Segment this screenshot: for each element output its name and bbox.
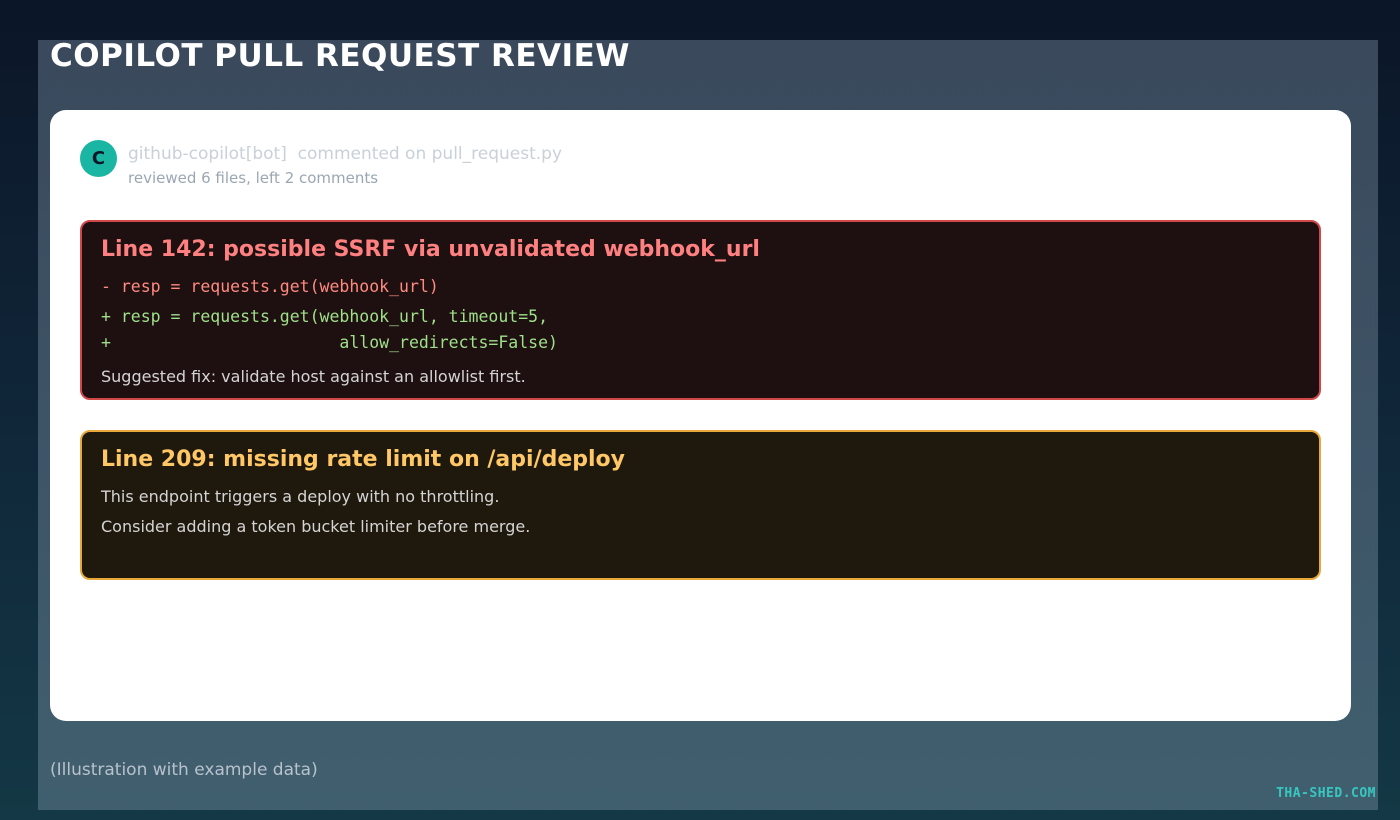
review-comment-rate-limit: Line 209: missing rate limit on /api/dep… <box>80 430 1321 580</box>
review-summary: reviewed 6 files, left 2 comments <box>128 169 379 187</box>
page-title: COPILOT PULL REQUEST REVIEW <box>50 38 630 74</box>
author-name[interactable]: github-copilot[bot] <box>128 144 287 164</box>
review-meta: github-copilot[bot] commented on pull_re… <box>128 140 562 187</box>
comment-note: Consider adding a token bucket limiter b… <box>101 517 531 536</box>
review-comment-ssrf: Line 142: possible SSRF via unvalidated … <box>80 220 1321 400</box>
comment-note: Suggested fix: validate host against an … <box>101 367 526 386</box>
review-action: commented on pull_request.py <box>297 144 563 164</box>
diff-added-line: + resp = requests.get(webhook_url, timeo… <box>101 307 549 326</box>
review-author-line: github-copilot[bot] commented on pull_re… <box>128 143 562 165</box>
review-header: C github-copilot[bot] commented on pull_… <box>80 140 562 187</box>
comment-title: Line 209: missing rate limit on /api/dep… <box>101 447 626 472</box>
comment-title: Line 142: possible SSRF via unvalidated … <box>101 237 760 262</box>
diff-added-line: + allow_redirects=False) <box>101 333 558 352</box>
diff-removed-line: - resp = requests.get(webhook_url) <box>101 277 439 296</box>
brand-link[interactable]: THA-SHED.COM <box>1276 786 1376 801</box>
comment-note: This endpoint triggers a deploy with no … <box>101 487 500 506</box>
review-card: C github-copilot[bot] commented on pull_… <box>50 110 1351 721</box>
avatar[interactable]: C <box>80 140 117 177</box>
illustration-caption: (Illustration with example data) <box>50 760 318 780</box>
